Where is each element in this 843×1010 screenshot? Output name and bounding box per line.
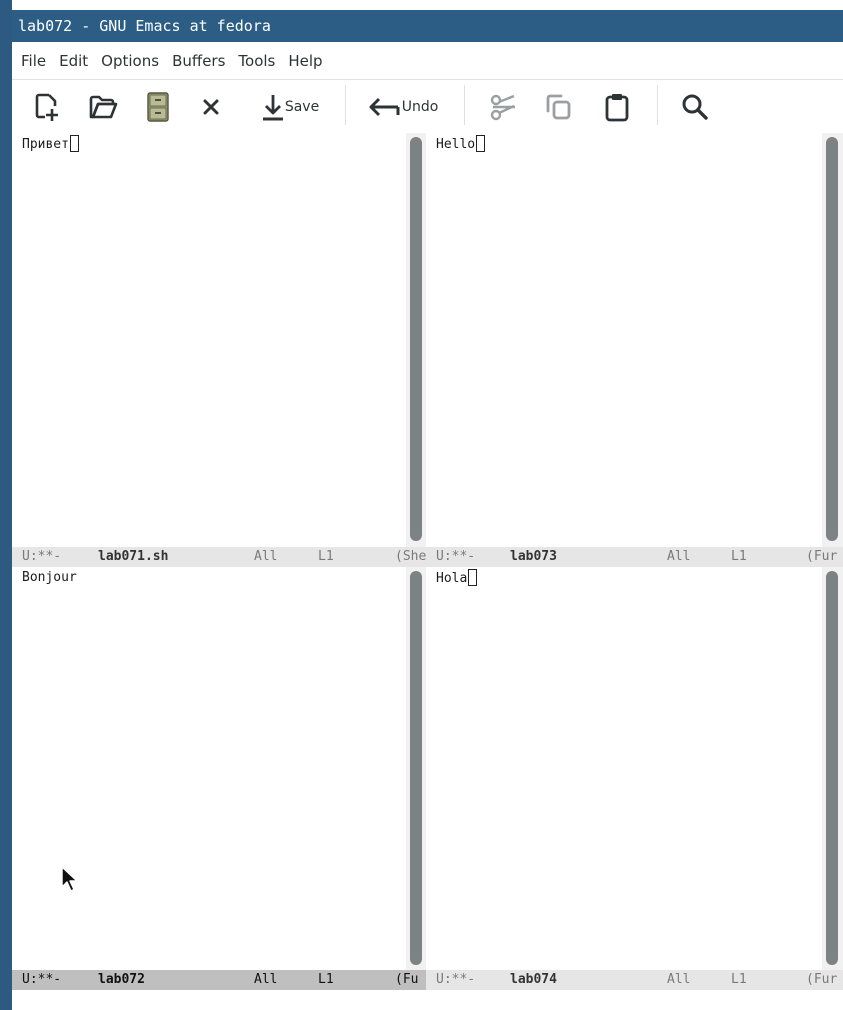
- buffer-window-lab073[interactable]: Hello: [426, 133, 822, 547]
- text-cursor: [468, 569, 478, 586]
- menu-options[interactable]: Options: [101, 52, 159, 70]
- modeline-status: U:**-: [22, 972, 62, 987]
- modeline-mode[interactable]: (Fur: [806, 970, 837, 990]
- echo-area[interactable]: [12, 990, 843, 1010]
- toolbar-separator: [464, 85, 465, 125]
- modeline-line: L1: [318, 549, 334, 564]
- scrollbar-lab073[interactable]: [822, 133, 843, 547]
- scrollbar-lab074[interactable]: [822, 567, 843, 970]
- search-button[interactable]: [678, 85, 712, 129]
- toolbar-separator: [345, 85, 346, 125]
- menu-buffers[interactable]: Buffers: [172, 52, 225, 70]
- undo-button[interactable]: Undo: [366, 85, 440, 129]
- save-button[interactable]: Save: [255, 85, 325, 129]
- save-cabinet-button[interactable]: [142, 85, 174, 129]
- buffer-window-lab071[interactable]: Привет: [12, 133, 406, 547]
- modeline-position: All: [254, 972, 278, 987]
- buffer-window-lab074[interactable]: Hola: [426, 567, 822, 970]
- window-title: lab072 - GNU Emacs at fedora: [12, 10, 843, 42]
- new-file-button[interactable]: [30, 85, 64, 129]
- modeline-buffer-name[interactable]: lab073: [510, 547, 557, 567]
- modeline-line: L1: [731, 972, 747, 987]
- modeline-status: U:**-: [436, 549, 476, 564]
- modeline-mode[interactable]: (She: [395, 547, 426, 567]
- modeline-line: L1: [731, 549, 747, 564]
- toolbar: Save Undo: [12, 81, 843, 133]
- modeline-buffer-name[interactable]: lab074: [510, 970, 557, 990]
- cut-icon: [490, 94, 515, 121]
- undo-icon: [369, 97, 400, 117]
- scrollbar-lab072[interactable]: [406, 567, 426, 970]
- modeline-lab073[interactable]: U:**- lab073 All L1 (Fur: [426, 547, 843, 567]
- menu-help[interactable]: Help: [288, 52, 322, 70]
- text-cursor: [476, 135, 486, 152]
- modeline-status: U:**-: [22, 549, 62, 564]
- buffer-window-lab072[interactable]: Bonjour: [12, 567, 406, 970]
- open-folder-icon: [89, 95, 118, 119]
- copy-button[interactable]: [542, 85, 576, 129]
- scrollbar-thumb[interactable]: [410, 137, 422, 541]
- buffer-text[interactable]: Привет: [22, 135, 79, 154]
- buffer-text[interactable]: Hola: [436, 569, 478, 588]
- modeline-mode[interactable]: (Fur: [806, 547, 837, 567]
- modeline-position: All: [667, 972, 691, 987]
- menu-tools[interactable]: Tools: [238, 52, 275, 70]
- save-icon: [262, 95, 283, 121]
- close-icon: [203, 99, 219, 115]
- modeline-lab071[interactable]: U:**- lab071.sh All L1 (She: [12, 547, 426, 567]
- save-label: Save: [284, 99, 320, 115]
- buffer-text[interactable]: Hello: [436, 135, 486, 154]
- modeline-status: U:**-: [436, 972, 476, 987]
- mouse-pointer-icon: [61, 866, 78, 892]
- modeline-buffer-name[interactable]: lab072: [98, 970, 145, 990]
- scrollbar-thumb[interactable]: [410, 571, 422, 965]
- paste-icon: [605, 94, 629, 122]
- new-file-icon: [35, 93, 58, 121]
- open-file-button[interactable]: [85, 85, 121, 129]
- modeline-line: L1: [318, 972, 334, 987]
- scrollbar-thumb[interactable]: [826, 571, 838, 965]
- toolbar-separator: [657, 85, 658, 125]
- search-icon: [682, 94, 708, 120]
- menu-edit[interactable]: Edit: [59, 52, 88, 70]
- close-buffer-button[interactable]: [196, 85, 226, 129]
- paste-button[interactable]: [600, 85, 634, 129]
- scrollbar-lab071[interactable]: [406, 133, 426, 547]
- modeline-lab072[interactable]: U:**- lab072 All L1 (Fu: [12, 970, 426, 990]
- modeline-buffer-name[interactable]: lab071.sh: [98, 547, 168, 567]
- save-cabinet-icon: [147, 92, 169, 122]
- modeline-mode[interactable]: (Fu: [395, 970, 418, 990]
- window-left-edge: [0, 0, 12, 1010]
- modeline-lab074[interactable]: U:**- lab074 All L1 (Fur: [426, 970, 843, 990]
- undo-label: Undo: [401, 99, 439, 115]
- scrollbar-thumb[interactable]: [826, 137, 838, 541]
- menu-file[interactable]: File: [21, 52, 46, 70]
- copy-icon: [546, 94, 571, 120]
- cut-button[interactable]: [486, 85, 520, 129]
- modeline-position: All: [254, 549, 278, 564]
- text-cursor: [69, 135, 79, 152]
- buffer-text[interactable]: Bonjour: [22, 569, 77, 587]
- modeline-position: All: [667, 549, 691, 564]
- menubar: File Edit Options Buffers Tools Help: [12, 42, 843, 80]
